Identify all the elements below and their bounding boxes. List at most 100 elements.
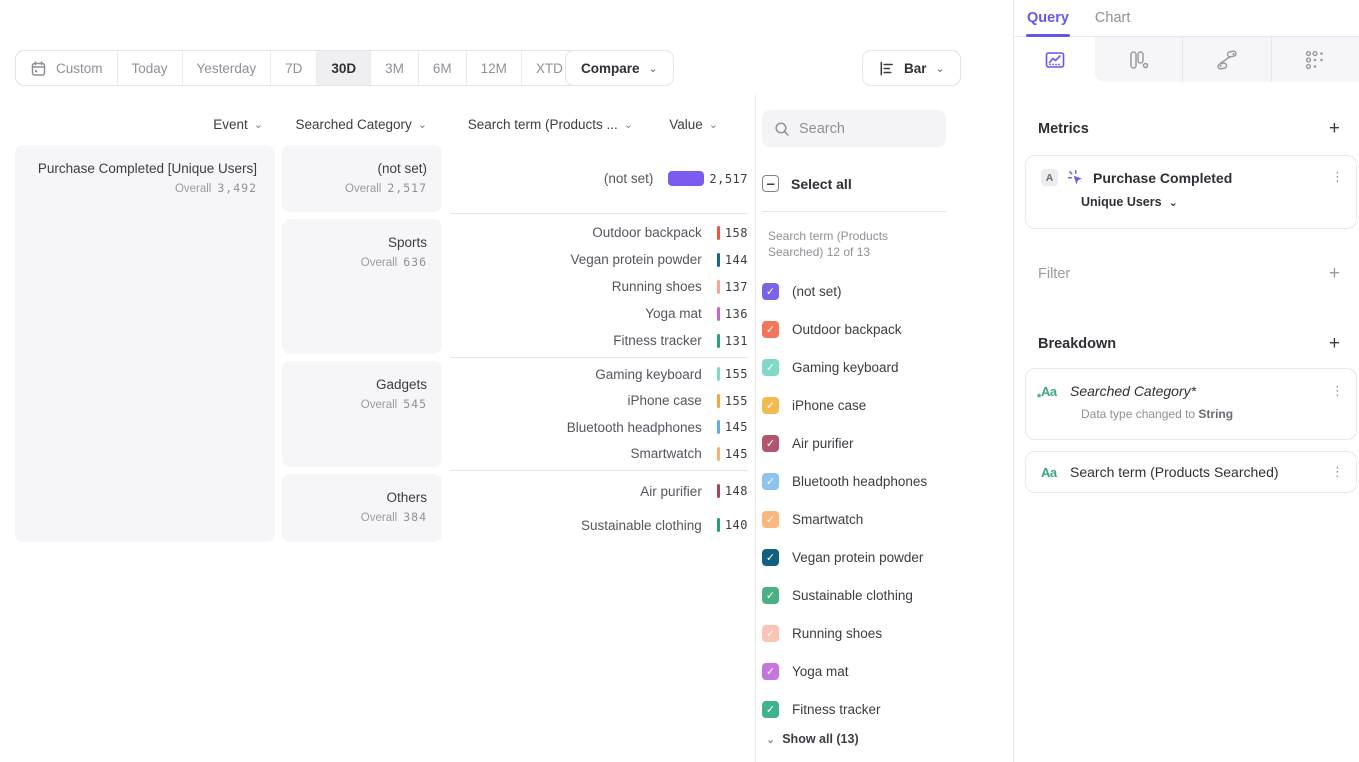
measure-selector[interactable]: Unique Users ⌄ <box>1081 195 1356 209</box>
column-header-value-label: Value <box>669 117 703 132</box>
column-header-event-label: Event <box>213 117 248 132</box>
event-cell[interactable]: Purchase Completed [Unique Users] Overal… <box>15 145 275 542</box>
value-bar <box>717 280 720 294</box>
checked-checkbox[interactable]: ✓ <box>762 435 779 452</box>
category-cell[interactable]: Others Overall384 <box>282 474 442 542</box>
kebab-menu-icon[interactable]: ⋮ <box>1331 465 1344 480</box>
checklist-item-label: iPhone case <box>792 398 866 413</box>
date-range-label: 6M <box>433 61 452 76</box>
term-row[interactable]: Smartwatch 145 <box>450 446 748 461</box>
checklist-item[interactable]: ✓ Bluetooth headphones <box>762 462 946 500</box>
category-cell[interactable]: Sports Overall636 <box>282 219 442 354</box>
compare-button[interactable]: Compare ⌄ <box>565 50 674 86</box>
column-header-value[interactable]: Value⌄ <box>669 117 718 132</box>
checklist-item[interactable]: ✓ Smartwatch <box>762 500 946 538</box>
term-row[interactable]: Air purifier 148 <box>450 484 748 499</box>
checklist-item[interactable]: ✓ Air purifier <box>762 424 946 462</box>
tab-retention[interactable] <box>1271 37 1359 82</box>
checklist-item[interactable]: ✓ Vegan protein powder <box>762 538 946 576</box>
tab-funnels[interactable] <box>1095 37 1182 82</box>
term-group: (not set) 2,517 <box>450 145 748 212</box>
overall-value: 636 <box>403 255 427 269</box>
term-row[interactable]: Outdoor backpack 158 <box>450 225 748 240</box>
checked-checkbox[interactable]: ✓ <box>762 625 779 642</box>
checked-checkbox[interactable]: ✓ <box>762 397 779 414</box>
category-overall: Overall545 <box>282 397 427 411</box>
kebab-menu-icon[interactable]: ⋮ <box>1331 170 1344 185</box>
term-value: 155 <box>725 367 748 381</box>
tab-chart[interactable]: Chart <box>1095 0 1130 36</box>
term-row[interactable]: Bluetooth headphones 145 <box>450 420 748 435</box>
date-range-12m[interactable]: 12M <box>467 51 522 85</box>
breakdown-card[interactable]: Aa* Searched Category* ⋮ Data type chang… <box>1025 368 1357 440</box>
checked-checkbox[interactable]: ✓ <box>762 549 779 566</box>
term-group: Air purifier 148 Sustainable clothing 140 <box>450 474 748 542</box>
date-range-yesterday[interactable]: Yesterday <box>183 51 272 85</box>
checked-checkbox[interactable]: ✓ <box>762 511 779 528</box>
kebab-menu-icon[interactable]: ⋮ <box>1331 384 1344 399</box>
checklist-item[interactable]: ✓ iPhone case <box>762 386 946 424</box>
report-type-tabs <box>1014 37 1359 82</box>
term-row[interactable]: Running shoes 137 <box>450 279 748 294</box>
checklist-item-label: (not set) <box>792 284 842 299</box>
add-metric-button[interactable]: + <box>1329 119 1340 138</box>
term-row[interactable]: Sustainable clothing 140 <box>450 518 748 533</box>
column-header-term[interactable]: Search term (Products ...⌄ <box>468 117 633 132</box>
checklist-item-label: Vegan protein powder <box>792 550 923 565</box>
term-row[interactable]: Gaming keyboard 155 <box>450 367 748 382</box>
inactive-report-tabs <box>1095 37 1359 82</box>
checked-checkbox[interactable]: ✓ <box>762 587 779 604</box>
checklist-item[interactable]: ✓ Outdoor backpack <box>762 310 946 348</box>
sidebar-tabs: Query Chart <box>1014 0 1359 37</box>
select-all-checkbox[interactable]: − <box>762 175 779 192</box>
checklist-item[interactable]: ✓ (not set) <box>762 272 946 310</box>
checked-checkbox[interactable]: ✓ <box>762 473 779 490</box>
string-property-icon: Aa <box>1041 465 1061 480</box>
checked-checkbox[interactable]: ✓ <box>762 359 779 376</box>
date-range-custom[interactable]: Custom <box>16 51 118 85</box>
checklist-item[interactable]: ✓ Sustainable clothing <box>762 576 946 614</box>
checklist-item-label: Smartwatch <box>792 512 863 527</box>
term-row[interactable]: (not set) 2,517 <box>450 171 748 186</box>
checklist-item[interactable]: ✓ Running shoes <box>762 614 946 652</box>
select-all-row[interactable]: − Select all <box>762 175 852 192</box>
show-all-button[interactable]: ⌄ Show all (13) <box>766 732 859 746</box>
column-header-category[interactable]: Searched Category⌄ <box>295 117 427 132</box>
search-input[interactable] <box>799 121 929 137</box>
tab-flows[interactable] <box>1182 37 1270 82</box>
term-row[interactable]: Vegan protein powder 144 <box>450 252 748 267</box>
checklist-item[interactable]: ✓ Yoga mat <box>762 652 946 690</box>
column-header-event[interactable]: Event⌄ <box>213 117 263 132</box>
term-label: Outdoor backpack <box>450 225 717 240</box>
term-row[interactable]: Fitness tracker 131 <box>450 333 748 348</box>
add-breakdown-button[interactable]: + <box>1329 334 1340 353</box>
checklist-item[interactable]: ✓ Gaming keyboard <box>762 348 946 386</box>
tab-query[interactable]: Query <box>1027 0 1069 36</box>
checked-checkbox[interactable]: ✓ <box>762 663 779 680</box>
date-range-3m[interactable]: 3M <box>371 51 419 85</box>
metric-card[interactable]: A Purchase Completed ⋮ Unique Users ⌄ <box>1025 155 1357 229</box>
checked-checkbox[interactable]: ✓ <box>762 701 779 718</box>
measure-label: Unique Users <box>1081 195 1162 209</box>
category-cell[interactable]: (not set) Overall2,517 <box>282 145 442 212</box>
date-range-7d[interactable]: 7D <box>271 51 317 85</box>
term-label: Sustainable clothing <box>450 518 717 533</box>
date-range-30d[interactable]: 30D <box>317 51 371 85</box>
tab-insights[interactable] <box>1014 37 1095 82</box>
date-range-today[interactable]: Today <box>118 51 183 85</box>
checked-checkbox[interactable]: ✓ <box>762 321 779 338</box>
term-row[interactable]: Yoga mat 136 <box>450 306 748 321</box>
checklist-item[interactable]: ✓ Fitness tracker <box>762 690 946 728</box>
chevron-down-icon: ⌄ <box>418 119 427 130</box>
add-filter-button[interactable]: + <box>1329 264 1340 283</box>
checked-checkbox[interactable]: ✓ <box>762 283 779 300</box>
overall-value: 545 <box>403 397 427 411</box>
term-label: Bluetooth headphones <box>450 420 717 435</box>
category-cell[interactable]: Gadgets Overall545 <box>282 361 442 467</box>
term-row[interactable]: iPhone case 155 <box>450 393 748 408</box>
breakdown-card[interactable]: Aa Search term (Products Searched) ⋮ <box>1025 451 1357 493</box>
date-range-6m[interactable]: 6M <box>419 51 467 85</box>
chart-type-button[interactable]: Bar ⌄ <box>862 50 961 86</box>
checklist-item-label: Yoga mat <box>792 664 849 679</box>
term-value: 140 <box>725 518 748 532</box>
